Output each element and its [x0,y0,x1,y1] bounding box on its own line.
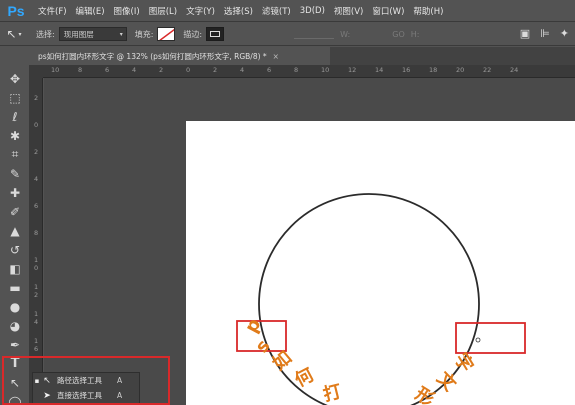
path-alignment-icon[interactable]: ⊫ [540,27,550,40]
document-title: ps如何打圆内环形文字 @ 132% (ps如何打圆内环形文字, RGB/8) … [38,51,267,61]
glyph-he: 何 [291,364,317,392]
ruler-tick-label: 1 6 [34,337,39,353]
tool-preset-picker[interactable]: ↖ ▾ [0,27,28,41]
photoshop-logo: Ps [7,2,25,19]
glyph-xing: 形 [411,383,437,405]
ruler-tick-label: 1 4 [34,310,39,326]
ruler-tick-label: 22 [483,66,492,74]
menu-layer[interactable]: 图层(L) [149,5,177,17]
tab-document[interactable]: ps如何打圆内环形文字 @ 132% (ps如何打圆内环形文字, RGB/8) … [30,47,330,65]
menu-window[interactable]: 窗口(W) [372,5,404,17]
ruler-tick-label: 12 [348,66,357,74]
menu-bar: Ps 文件(F) 编辑(E) 图像(I) 图层(L) 文字(Y) 选择(S) 滤… [0,0,575,22]
ruler-tick-label: 6 [34,202,39,210]
select-label: 选择: [36,29,55,39]
ruler-tick-label: 0 [34,121,39,129]
canvas-artwork: p s 如 何 打 字 文 形 [236,193,526,405]
magic-wand-icon[interactable]: ✱ [3,127,27,144]
path-anchor-point [475,337,481,343]
menu-select[interactable]: 选择(S) [224,5,253,17]
tools-panel: ✥ ⬚ ℓ ✱ ⌗ ✎ ✚ ✐ ▲ ↺ ◧ ▬ ● ◕ ✒ T ↖ ◯ [0,65,30,405]
ruler-tick-label: 8 [34,229,39,237]
blur-icon[interactable]: ● [3,298,27,315]
menu-view[interactable]: 视图(V) [334,5,363,17]
glyph-da: 打 [321,380,344,405]
menu-type[interactable]: 文字(Y) [186,5,215,17]
stroke-type-dropdown[interactable] [294,29,335,39]
dodge-icon[interactable]: ◕ [3,317,27,334]
menu-file[interactable]: 文件(F) [38,5,67,17]
healing-icon[interactable]: ✚ [3,184,27,201]
eraser-icon[interactable]: ◧ [3,260,27,277]
ruler-tick-label: 16 [402,66,411,74]
menu-3d[interactable]: 3D(D) [300,6,325,16]
close-icon[interactable]: × [273,52,279,61]
right-highlight-box [455,322,526,354]
pen-icon[interactable]: ✒ [3,336,27,353]
eyedropper-icon[interactable]: ✎ [3,165,27,182]
ruler-tick-label: 4 [34,175,39,183]
ruler-tick-label: 14 [375,66,384,74]
no-fill-icon [159,28,175,40]
ruler-origin[interactable] [30,65,43,78]
document-tabs: ps如何打圆内环形文字 @ 132% (ps如何打圆内环形文字, RGB/8) … [30,47,575,65]
ruler-horizontal[interactable]: 10 8 6 4 2 0 2 4 6 8 10 12 14 16 18 20 22 24 [43,65,575,78]
width-label: W: [340,29,351,39]
fill-swatch[interactable] [157,27,176,41]
chevron-down-icon: ▾ [119,30,123,38]
lasso-icon[interactable]: ℓ [3,108,27,125]
ruler-tick-label: 24 [510,66,519,74]
stroke-rect-icon [210,31,221,37]
menu-image[interactable]: 图像(I) [114,5,140,17]
ruler-tick-label: 6 [267,66,272,74]
ruler-tick-label: 20 [456,66,465,74]
crop-icon[interactable]: ⌗ [3,146,27,163]
history-brush-icon[interactable]: ↺ [3,241,27,258]
marquee-icon[interactable]: ⬚ [3,89,27,106]
stroke-label: 描边: [183,29,203,39]
ruler-tick-label: 0 [186,66,191,74]
fill-label: 填充: [134,29,154,39]
path-select-icon: ↖ [6,27,17,41]
menu-help[interactable]: 帮助(H) [413,5,443,17]
ruler-tick-label: 2 [159,66,164,74]
select-layer-dropdown[interactable]: 现用图层 ▾ [58,27,127,41]
document-canvas[interactable]: p s 如 何 打 字 文 形 [186,121,575,405]
menu-edit[interactable]: 编辑(E) [76,5,105,17]
options-bar: ↖ ▾ 选择: 现用图层 ▾ 填充: 描边: W: GO H: ▣ ⊫ ✦ [0,23,575,46]
link-label: GO [392,29,405,39]
stroke-swatch[interactable] [206,27,225,41]
ruler-tick-label: 4 [240,66,245,74]
ruler-tick-label: 2 [34,94,39,102]
ruler-tick-label: 2 [34,148,39,156]
ruler-tick-label: 6 [105,66,110,74]
ruler-tick-label: 8 [294,66,299,74]
ruler-tick-label: 10 [51,66,60,74]
ruler-tick-label: 1 2 [34,283,39,299]
select-layer-value: 现用图层 [63,29,94,39]
stamp-icon[interactable]: ▲ [3,222,27,239]
ruler-tick-label: 18 [429,66,438,74]
ruler-tick-label: 4 [132,66,137,74]
brush-icon[interactable]: ✐ [3,203,27,220]
ruler-tick-label: 1 0 [34,256,39,272]
ruler-tick-label: 2 [213,66,218,74]
move-icon[interactable]: ✥ [3,70,27,87]
ruler-tick-label: 10 [321,66,330,74]
gradient-icon[interactable]: ▬ [3,279,27,296]
tool-highlight-box [2,356,170,405]
path-arrangement-icon[interactable]: ✦ [560,27,569,40]
path-operations-icon[interactable]: ▣ [520,27,530,40]
ruler-tick-label: 8 [78,66,83,74]
glyph-p: p [241,315,266,336]
height-label: H: [410,29,420,39]
menu-filter[interactable]: 滤镜(T) [262,5,291,17]
